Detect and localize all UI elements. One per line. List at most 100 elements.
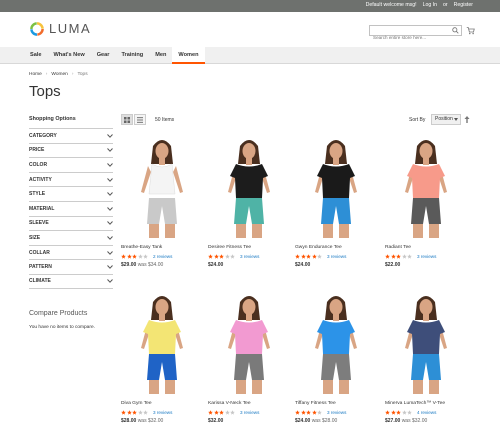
star-icon: [208, 409, 213, 415]
search-icon[interactable]: [452, 27, 459, 34]
final-price: $24.00: [295, 418, 311, 424]
star-icon: [396, 253, 401, 259]
chevron-right-icon: ›: [71, 72, 74, 77]
final-price: $29.00: [121, 262, 137, 268]
product-image[interactable]: [295, 136, 377, 238]
filter-label: COLLAR: [29, 249, 50, 256]
product-price: $24.00 was $28.00: [295, 418, 377, 424]
register-link[interactable]: Register: [454, 2, 473, 8]
reviews-link[interactable]: 3 reviews: [153, 410, 172, 415]
welcome-message: Default welcome msg!: [365, 2, 417, 8]
filter-material[interactable]: MATERIAL: [29, 200, 113, 216]
chevron-down-icon: [107, 133, 113, 138]
filter-climate[interactable]: CLIMATE: [29, 273, 113, 289]
login-link[interactable]: Log In: [423, 2, 437, 8]
product-card[interactable]: Radiant Tee 3 reviews $22.00: [385, 136, 467, 268]
filter-label: SLEEVE: [29, 220, 49, 227]
nav-item-women[interactable]: Women: [172, 47, 205, 64]
reviews-link[interactable]: 3 reviews: [327, 410, 346, 415]
product-name[interactable]: Tiffany Fitness Tee: [295, 401, 377, 406]
final-price: $24.00: [295, 262, 311, 268]
product-name[interactable]: Breathe-Easy Tank: [121, 245, 203, 250]
star-icon: [295, 409, 300, 415]
grid-view-button[interactable]: [121, 114, 133, 125]
product-image[interactable]: [121, 136, 203, 238]
reviews-link[interactable]: 3 reviews: [240, 254, 259, 259]
product-card[interactable]: Diva Gym Tee 3 reviews $28.00 was $32.00: [121, 292, 203, 424]
product-price: $24.00: [295, 262, 377, 268]
rating-stars: [121, 409, 148, 415]
star-icon: [213, 253, 219, 259]
breadcrumb-women[interactable]: Women: [51, 72, 67, 77]
star-icon: [143, 253, 148, 259]
star-icon: [385, 253, 390, 259]
list-view-button[interactable]: [134, 114, 146, 125]
product-card[interactable]: Minerva LumaTech™ V-Tee 4 reviews $27.00 w…: [385, 292, 467, 424]
reviews-link[interactable]: 4 reviews: [417, 410, 436, 415]
product-image[interactable]: [208, 292, 290, 394]
product-card[interactable]: Gwyn Endurance Tee 3 reviews $24.00: [295, 136, 377, 268]
product-card[interactable]: Karissa V-Neck Tee 3 reviews $32.00: [208, 292, 290, 424]
reviews-link[interactable]: 3 reviews: [417, 254, 436, 259]
nav-item-sale[interactable]: Sale: [30, 47, 48, 64]
final-price: $24.00: [208, 262, 224, 268]
nav-item-whats-new[interactable]: What's New: [48, 47, 91, 64]
product-card[interactable]: Breathe-Easy Tank 2 reviews $29.00 was $34…: [121, 136, 203, 268]
product-card[interactable]: Desiree Fitness Tee 3 reviews $24.00: [208, 136, 290, 268]
star-icon: [295, 253, 300, 259]
filter-category[interactable]: CATEGORY: [29, 128, 113, 143]
filter-label: MATERIAL: [29, 205, 55, 212]
product-image[interactable]: [121, 292, 203, 394]
logo[interactable]: LUMA: [30, 21, 91, 36]
product-name[interactable]: Minerva LumaTech™ V-Tee: [385, 401, 467, 406]
product-card[interactable]: Tiffany Fitness Tee 3 reviews $24.00 was $…: [295, 292, 377, 424]
breadcrumb-home[interactable]: Home: [29, 72, 42, 77]
compare-title: Compare Products: [29, 310, 88, 317]
filter-collar[interactable]: COLLAR: [29, 244, 113, 260]
filter-sleeve[interactable]: SLEEVE: [29, 215, 113, 231]
nav-item-training[interactable]: Training: [115, 47, 149, 64]
product-rating: 4 reviews: [385, 409, 467, 415]
star-icon: [300, 253, 306, 259]
product-image[interactable]: [385, 136, 467, 238]
star-icon: [224, 253, 230, 259]
sort-by-select[interactable]: Position: [431, 114, 461, 125]
product-image[interactable]: [385, 292, 467, 394]
sort-direction-arrow-icon[interactable]: [464, 116, 470, 123]
product-image[interactable]: [208, 136, 290, 238]
nav-item-gear[interactable]: Gear: [91, 47, 116, 64]
product-name[interactable]: Radiant Tee: [385, 245, 467, 250]
filter-activity[interactable]: ACTIVITY: [29, 171, 113, 187]
product-name[interactable]: Karissa V-Neck Tee: [208, 401, 290, 406]
product-name[interactable]: Gwyn Endurance Tee: [295, 245, 377, 250]
reviews-link[interactable]: 2 reviews: [153, 254, 172, 259]
product-name[interactable]: Desiree Fitness Tee: [208, 245, 290, 250]
filter-size[interactable]: SIZE: [29, 230, 113, 245]
filter-style[interactable]: STYLE: [29, 186, 113, 201]
filter-label: PATTERN: [29, 264, 52, 271]
old-price: was $34.00: [137, 262, 164, 268]
product-rating: 3 reviews: [121, 409, 203, 415]
old-price: was $28.00: [311, 418, 338, 424]
product-name[interactable]: Diva Gym Tee: [121, 401, 203, 406]
search-input[interactable]: [370, 33, 450, 42]
product-price: $27.00 was $32.00: [385, 418, 467, 424]
nav-item-men[interactable]: Men: [149, 47, 172, 64]
or-text: or: [443, 2, 448, 8]
rating-stars: [385, 253, 412, 259]
filter-label: SIZE: [29, 234, 41, 241]
product-image[interactable]: [295, 292, 377, 394]
cart-icon[interactable]: [466, 26, 475, 35]
filter-color[interactable]: COLOR: [29, 157, 113, 172]
star-icon: [390, 409, 396, 415]
filter-pattern[interactable]: PATTERN: [29, 259, 113, 274]
compare-products: Compare Products You have no items to co…: [29, 310, 95, 330]
filter-price[interactable]: PRICE: [29, 142, 113, 158]
main-navigation: Sale What's New Gear Training Men Women: [0, 47, 500, 64]
chevron-down-icon: [107, 163, 113, 167]
product-rating: 3 reviews: [295, 253, 377, 259]
reviews-link[interactable]: 3 reviews: [240, 410, 259, 415]
star-icon: [300, 409, 306, 415]
reviews-link[interactable]: 3 reviews: [327, 254, 346, 259]
star-icon: [208, 253, 213, 259]
